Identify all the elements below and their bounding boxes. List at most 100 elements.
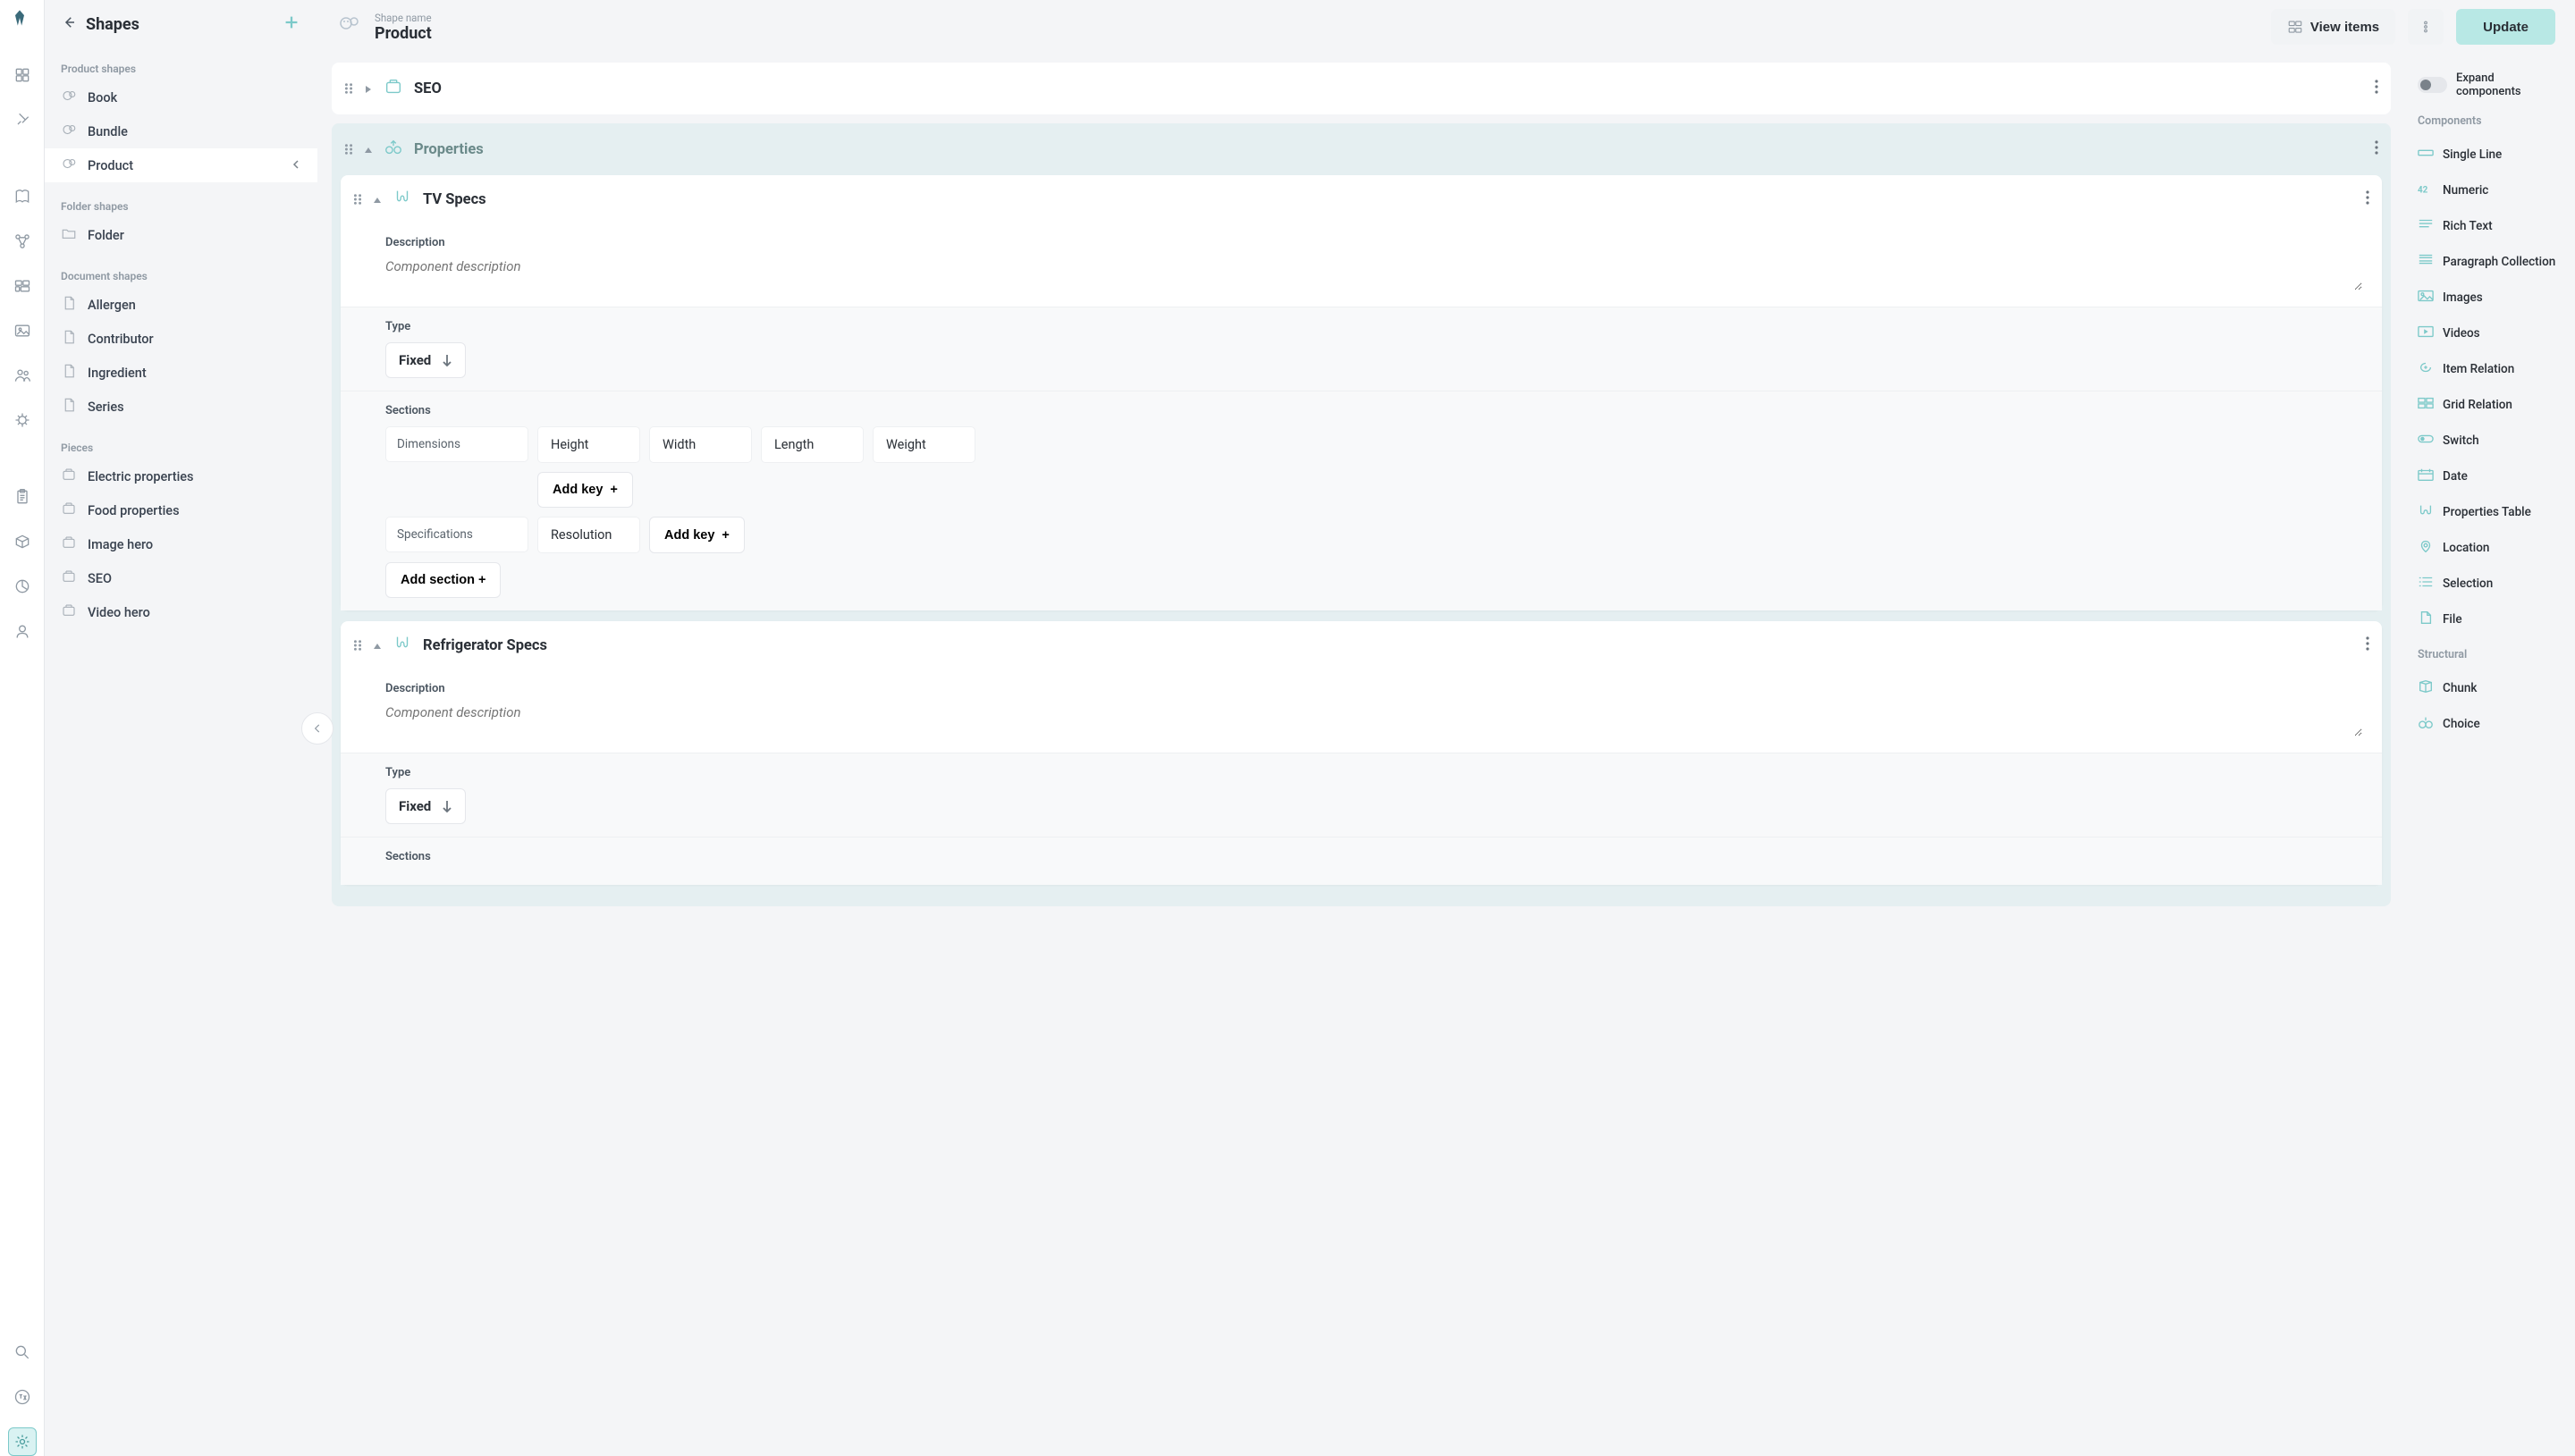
description-input[interactable]: [385, 258, 2362, 290]
piece-icon: [61, 501, 77, 520]
back-button[interactable]: [61, 14, 77, 34]
type-select[interactable]: Fixed: [385, 342, 466, 378]
component-more-button[interactable]: [2366, 636, 2369, 654]
sidebar-item[interactable]: Food properties: [45, 493, 317, 527]
add-section-button[interactable]: Add section +: [385, 562, 501, 598]
key-pill[interactable]: Length: [761, 426, 864, 463]
rail-book-icon[interactable]: [8, 182, 37, 211]
component-palette-item[interactable]: Paragraph Collection: [2418, 244, 2559, 280]
sidebar-item[interactable]: Folder: [45, 218, 317, 252]
drag-handle-icon[interactable]: [353, 191, 362, 208]
key-pill[interactable]: Width: [649, 426, 752, 463]
properties-table-icon: [393, 634, 412, 657]
component-type-icon: [2418, 253, 2434, 271]
sidebar-item[interactable]: Ingredient: [45, 356, 317, 390]
drag-handle-icon[interactable]: [344, 80, 353, 97]
shape-name[interactable]: Product: [375, 24, 432, 43]
rail-users-icon[interactable]: [8, 361, 37, 390]
component-type-icon: [2418, 360, 2434, 378]
caret-up-icon[interactable]: [364, 141, 373, 158]
rail-cube-icon[interactable]: [8, 527, 37, 556]
collapse-sidebar-button[interactable]: [301, 712, 333, 745]
caret-up-icon[interactable]: [373, 191, 382, 208]
sidebar-item-label: Food properties: [88, 503, 180, 518]
component-palette-item[interactable]: Location: [2418, 530, 2559, 566]
component-type-icon: 42: [2418, 181, 2434, 199]
key-pill[interactable]: Weight: [873, 426, 975, 463]
component-more-button[interactable]: [2375, 80, 2378, 97]
component-palette-item[interactable]: Switch: [2418, 423, 2559, 459]
sidebar-item-label: SEO: [88, 571, 112, 586]
key-pill[interactable]: Height: [537, 426, 640, 463]
component-palette-item[interactable]: Properties Table: [2418, 494, 2559, 530]
sidebar-item[interactable]: Allergen: [45, 288, 317, 322]
rail-clipboard-icon[interactable]: [8, 483, 37, 511]
caret-right-icon[interactable]: [364, 80, 373, 97]
component-palette-item[interactable]: Chunk: [2418, 670, 2559, 706]
sidebar-item[interactable]: Product: [45, 148, 317, 182]
rail-catalogue-icon[interactable]: [8, 61, 37, 89]
component-type-icon: [2418, 539, 2434, 557]
component-more-button[interactable]: [2366, 190, 2369, 208]
caret-up-icon[interactable]: [373, 637, 382, 654]
crystallize-logo-icon[interactable]: [11, 9, 34, 36]
component-palette-item[interactable]: File: [2418, 602, 2559, 637]
component-more-button[interactable]: [2375, 140, 2378, 158]
component-palette-item[interactable]: Item Relation: [2418, 351, 2559, 387]
component-header[interactable]: SEO: [332, 63, 2391, 114]
rail-search-icon[interactable]: [8, 1338, 37, 1367]
component-palette-item[interactable]: Images: [2418, 280, 2559, 316]
component-header[interactable]: Refrigerator Specs: [341, 621, 2382, 669]
component-palette-item[interactable]: Choice: [2418, 706, 2559, 742]
sidebar-item-label: Electric properties: [88, 469, 194, 484]
description-input[interactable]: [385, 704, 2362, 736]
component-palette-item[interactable]: Selection: [2418, 566, 2559, 602]
component-type-label: Choice: [2443, 717, 2480, 731]
sidebar-item[interactable]: Electric properties: [45, 459, 317, 493]
component-palette-item[interactable]: Date: [2418, 459, 2559, 494]
rail-settings-icon[interactable]: [8, 1427, 37, 1456]
rail-virus-icon[interactable]: [8, 406, 37, 434]
update-button[interactable]: Update: [2456, 9, 2555, 45]
component-palette-item[interactable]: 42Numeric: [2418, 173, 2559, 208]
rail-pie-icon[interactable]: [8, 572, 37, 601]
component-header[interactable]: Properties: [332, 123, 2391, 175]
component-type-label: Date: [2443, 469, 2468, 484]
section-name[interactable]: Specifications: [385, 517, 528, 552]
component-palette-item[interactable]: Grid Relation: [2418, 387, 2559, 423]
component-type-icon: [2418, 715, 2434, 733]
rail-image-icon[interactable]: [8, 316, 37, 345]
shape-more-button[interactable]: [2408, 9, 2444, 45]
key-pill[interactable]: Resolution: [537, 517, 640, 553]
sidebar-item[interactable]: Series: [45, 390, 317, 424]
sidebar-item[interactable]: Video hero: [45, 595, 317, 629]
expand-components-toggle[interactable]: [2418, 77, 2447, 93]
add-shape-button[interactable]: [282, 13, 301, 36]
add-key-button[interactable]: Add key+: [649, 517, 745, 553]
view-items-button[interactable]: View items: [2271, 9, 2395, 45]
component-palette-item[interactable]: Rich Text: [2418, 208, 2559, 244]
rail-customer-icon[interactable]: [8, 617, 37, 645]
sidebar-item[interactable]: Bundle: [45, 114, 317, 148]
component-header[interactable]: TV Specs: [341, 175, 2382, 223]
sidebar-item-label: Folder: [88, 228, 124, 243]
component-palette-item[interactable]: Single Line: [2418, 137, 2559, 173]
drag-handle-icon[interactable]: [344, 141, 353, 158]
component-title: Properties: [414, 141, 2364, 158]
rail-grid-icon[interactable]: [8, 272, 37, 300]
sidebar-item[interactable]: SEO: [45, 561, 317, 595]
type-select[interactable]: Fixed: [385, 788, 466, 824]
add-key-button[interactable]: Add key+: [537, 472, 633, 508]
sidebar-item[interactable]: Contributor: [45, 322, 317, 356]
rail-graph-icon[interactable]: [8, 227, 37, 256]
rail-pin-icon[interactable]: [8, 105, 37, 134]
drag-handle-icon[interactable]: [353, 637, 362, 654]
rail-translate-icon[interactable]: [8, 1383, 37, 1411]
sidebar-section-label: Folder shapes: [45, 182, 317, 218]
sidebar-item[interactable]: Book: [45, 80, 317, 114]
component-palette-item[interactable]: Videos: [2418, 316, 2559, 351]
sidebar-item[interactable]: Image hero: [45, 527, 317, 561]
component-type-icon: [2418, 146, 2434, 164]
shape-name-label: Shape name: [375, 12, 432, 24]
section-name[interactable]: Dimensions: [385, 426, 528, 462]
